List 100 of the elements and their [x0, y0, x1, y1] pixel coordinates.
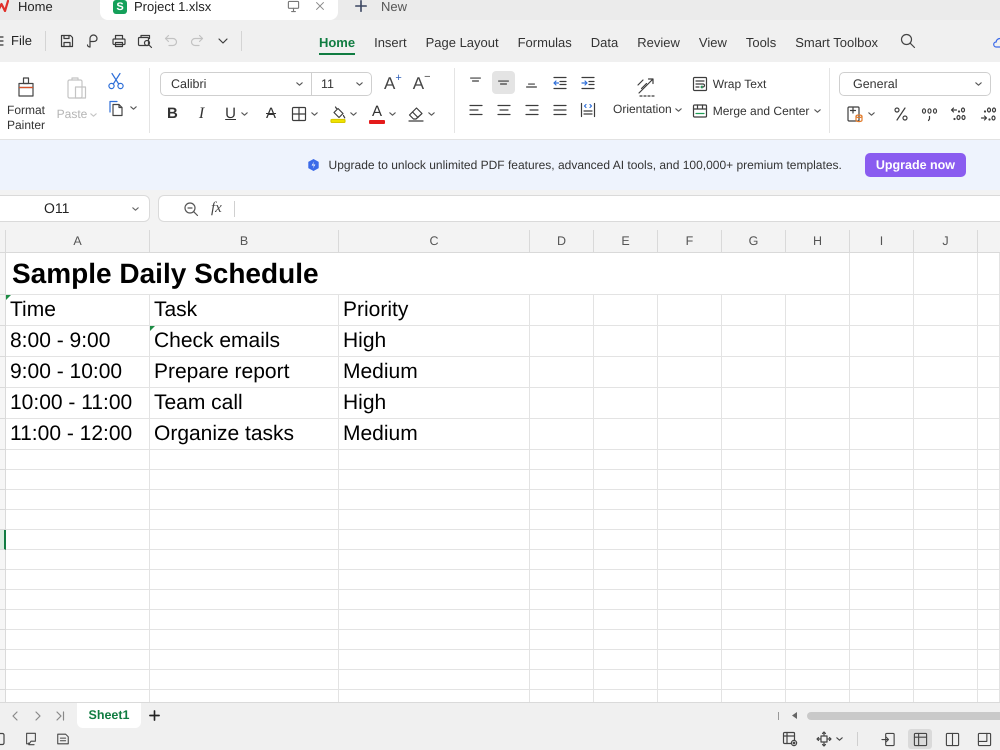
- orientation-button[interactable]: Orientation: [613, 68, 682, 133]
- underline-button[interactable]: U: [223, 105, 250, 123]
- wrap-text-button[interactable]: Wrap Text: [692, 73, 822, 95]
- column-header[interactable]: J: [914, 230, 978, 253]
- formula-bar[interactable]: fx: [158, 195, 1000, 222]
- eraser-button[interactable]: [408, 106, 436, 122]
- ribbon-tab[interactable]: Home: [318, 27, 356, 55]
- strikethrough-button[interactable]: A: [264, 105, 278, 123]
- function-label[interactable]: fx: [211, 197, 222, 220]
- percent-icon[interactable]: [893, 106, 909, 122]
- grid-cell: [722, 470, 786, 490]
- grid-cell: [658, 326, 722, 357]
- column-header[interactable]: G: [722, 230, 786, 253]
- app-logo: S: [113, 0, 127, 14]
- fill-color-button[interactable]: [330, 105, 358, 123]
- font-size-dropdown[interactable]: 11: [312, 72, 372, 96]
- merge-center-button[interactable]: Merge and Center: [692, 100, 822, 122]
- align-button[interactable]: [492, 71, 515, 94]
- font-color-button[interactable]: A: [369, 104, 396, 124]
- ribbon-tab[interactable]: Smart Toolbox: [795, 27, 878, 55]
- grid-cell: [530, 510, 594, 530]
- column-header[interactable]: C: [339, 230, 530, 253]
- ribbon-tab[interactable]: Tools: [746, 27, 776, 55]
- grid-cell: [786, 419, 850, 450]
- name-box[interactable]: O11: [0, 195, 150, 222]
- ribbon-tab[interactable]: Review: [637, 27, 680, 55]
- shrink-font-button[interactable]: A−: [412, 74, 431, 94]
- last-icon[interactable]: [55, 710, 65, 722]
- upgrade-button[interactable]: Upgrade now: [864, 153, 966, 177]
- column-header[interactable]: B: [150, 230, 339, 253]
- add-sheet-icon[interactable]: [149, 710, 160, 721]
- sheet-tab[interactable]: Sheet1: [77, 703, 141, 728]
- scrollbar-thumb[interactable]: [807, 712, 1000, 720]
- search-icon[interactable]: [900, 33, 916, 49]
- row-header[interactable]: [0, 530, 6, 550]
- copy-button[interactable]: [107, 99, 137, 117]
- panel-icon[interactable]: [0, 732, 5, 746]
- format-painter-button[interactable]: Format Painter: [4, 68, 48, 133]
- column-header[interactable]: D: [530, 230, 594, 253]
- menu-icon[interactable]: [0, 36, 4, 46]
- grid-cell: [658, 419, 722, 450]
- grid-cell: [978, 650, 1000, 670]
- file-menu[interactable]: File: [11, 33, 32, 49]
- ribbon-tab[interactable]: Data: [590, 27, 618, 55]
- task-value: Prepare report: [154, 359, 290, 385]
- grid-cell: [594, 530, 658, 550]
- grid-cell: [914, 670, 978, 690]
- monitor-icon[interactable]: [287, 0, 300, 13]
- ribbon-tab[interactable]: Page Layout: [426, 27, 499, 55]
- grid-cell: [786, 490, 850, 510]
- ribbon-tab[interactable]: View: [698, 27, 727, 55]
- column-header[interactable]: H: [786, 230, 850, 253]
- document-tab[interactable]: S Project 1.xlsx: [100, 0, 338, 20]
- caret-icon: [350, 112, 358, 116]
- print-icon[interactable]: [110, 33, 127, 49]
- table-badge-icon[interactable]: [782, 731, 798, 747]
- column-header[interactable]: A: [6, 230, 150, 253]
- new-tab-button[interactable]: New: [355, 0, 408, 14]
- grid-cell: [978, 510, 1000, 530]
- ribbon-tab[interactable]: Insert: [374, 27, 407, 55]
- document-list-icon[interactable]: [56, 732, 70, 746]
- save-icon[interactable]: [58, 33, 75, 49]
- grid-cell: [850, 590, 914, 610]
- grow-font-button[interactable]: A+: [384, 74, 402, 94]
- previous-icon[interactable]: [11, 710, 19, 722]
- grid-cell: [722, 490, 786, 510]
- grid-cell: [722, 570, 786, 590]
- note-icon[interactable]: [24, 732, 38, 746]
- priority-value: High: [343, 328, 386, 354]
- thousands-icon[interactable]: [921, 106, 938, 122]
- font-name-dropdown[interactable]: Calibri: [160, 72, 312, 96]
- next-icon[interactable]: [34, 710, 42, 722]
- view-button[interactable]: [908, 729, 932, 749]
- column-header[interactable]: F: [658, 230, 722, 253]
- grid-cell: [978, 295, 1000, 326]
- scroll-left-icon[interactable]: [792, 712, 797, 719]
- decrease-decimal-icon[interactable]: [980, 106, 998, 122]
- italic-button[interactable]: I: [196, 105, 206, 123]
- scissors-icon[interactable]: [107, 72, 125, 90]
- outdent-icon: [552, 74, 568, 90]
- increase-decimal-icon[interactable]: [950, 106, 968, 122]
- borders-button[interactable]: [291, 106, 318, 122]
- ribbon-tab[interactable]: Formulas: [518, 27, 572, 55]
- grid-cell: [530, 530, 594, 550]
- number-format-dropdown[interactable]: General: [839, 72, 991, 96]
- move-button[interactable]: [816, 731, 843, 747]
- grid-cell: [786, 510, 850, 530]
- column-header[interactable]: I: [850, 230, 914, 253]
- column-header[interactable]: E: [594, 230, 658, 253]
- grid-cell: [658, 550, 722, 570]
- swatch-icon: [369, 120, 386, 124]
- close-icon[interactable]: [314, 0, 326, 12]
- align-top-icon: [470, 77, 481, 82]
- zoom-out-icon[interactable]: [183, 200, 199, 216]
- grid-cell: [658, 590, 722, 610]
- home-tab[interactable]: Home: [0, 0, 92, 14]
- print-preview-icon[interactable]: [136, 33, 153, 49]
- cell-style-button[interactable]: [846, 105, 875, 123]
- bold-button[interactable]: B: [165, 105, 180, 123]
- caret-icon: [836, 737, 843, 741]
